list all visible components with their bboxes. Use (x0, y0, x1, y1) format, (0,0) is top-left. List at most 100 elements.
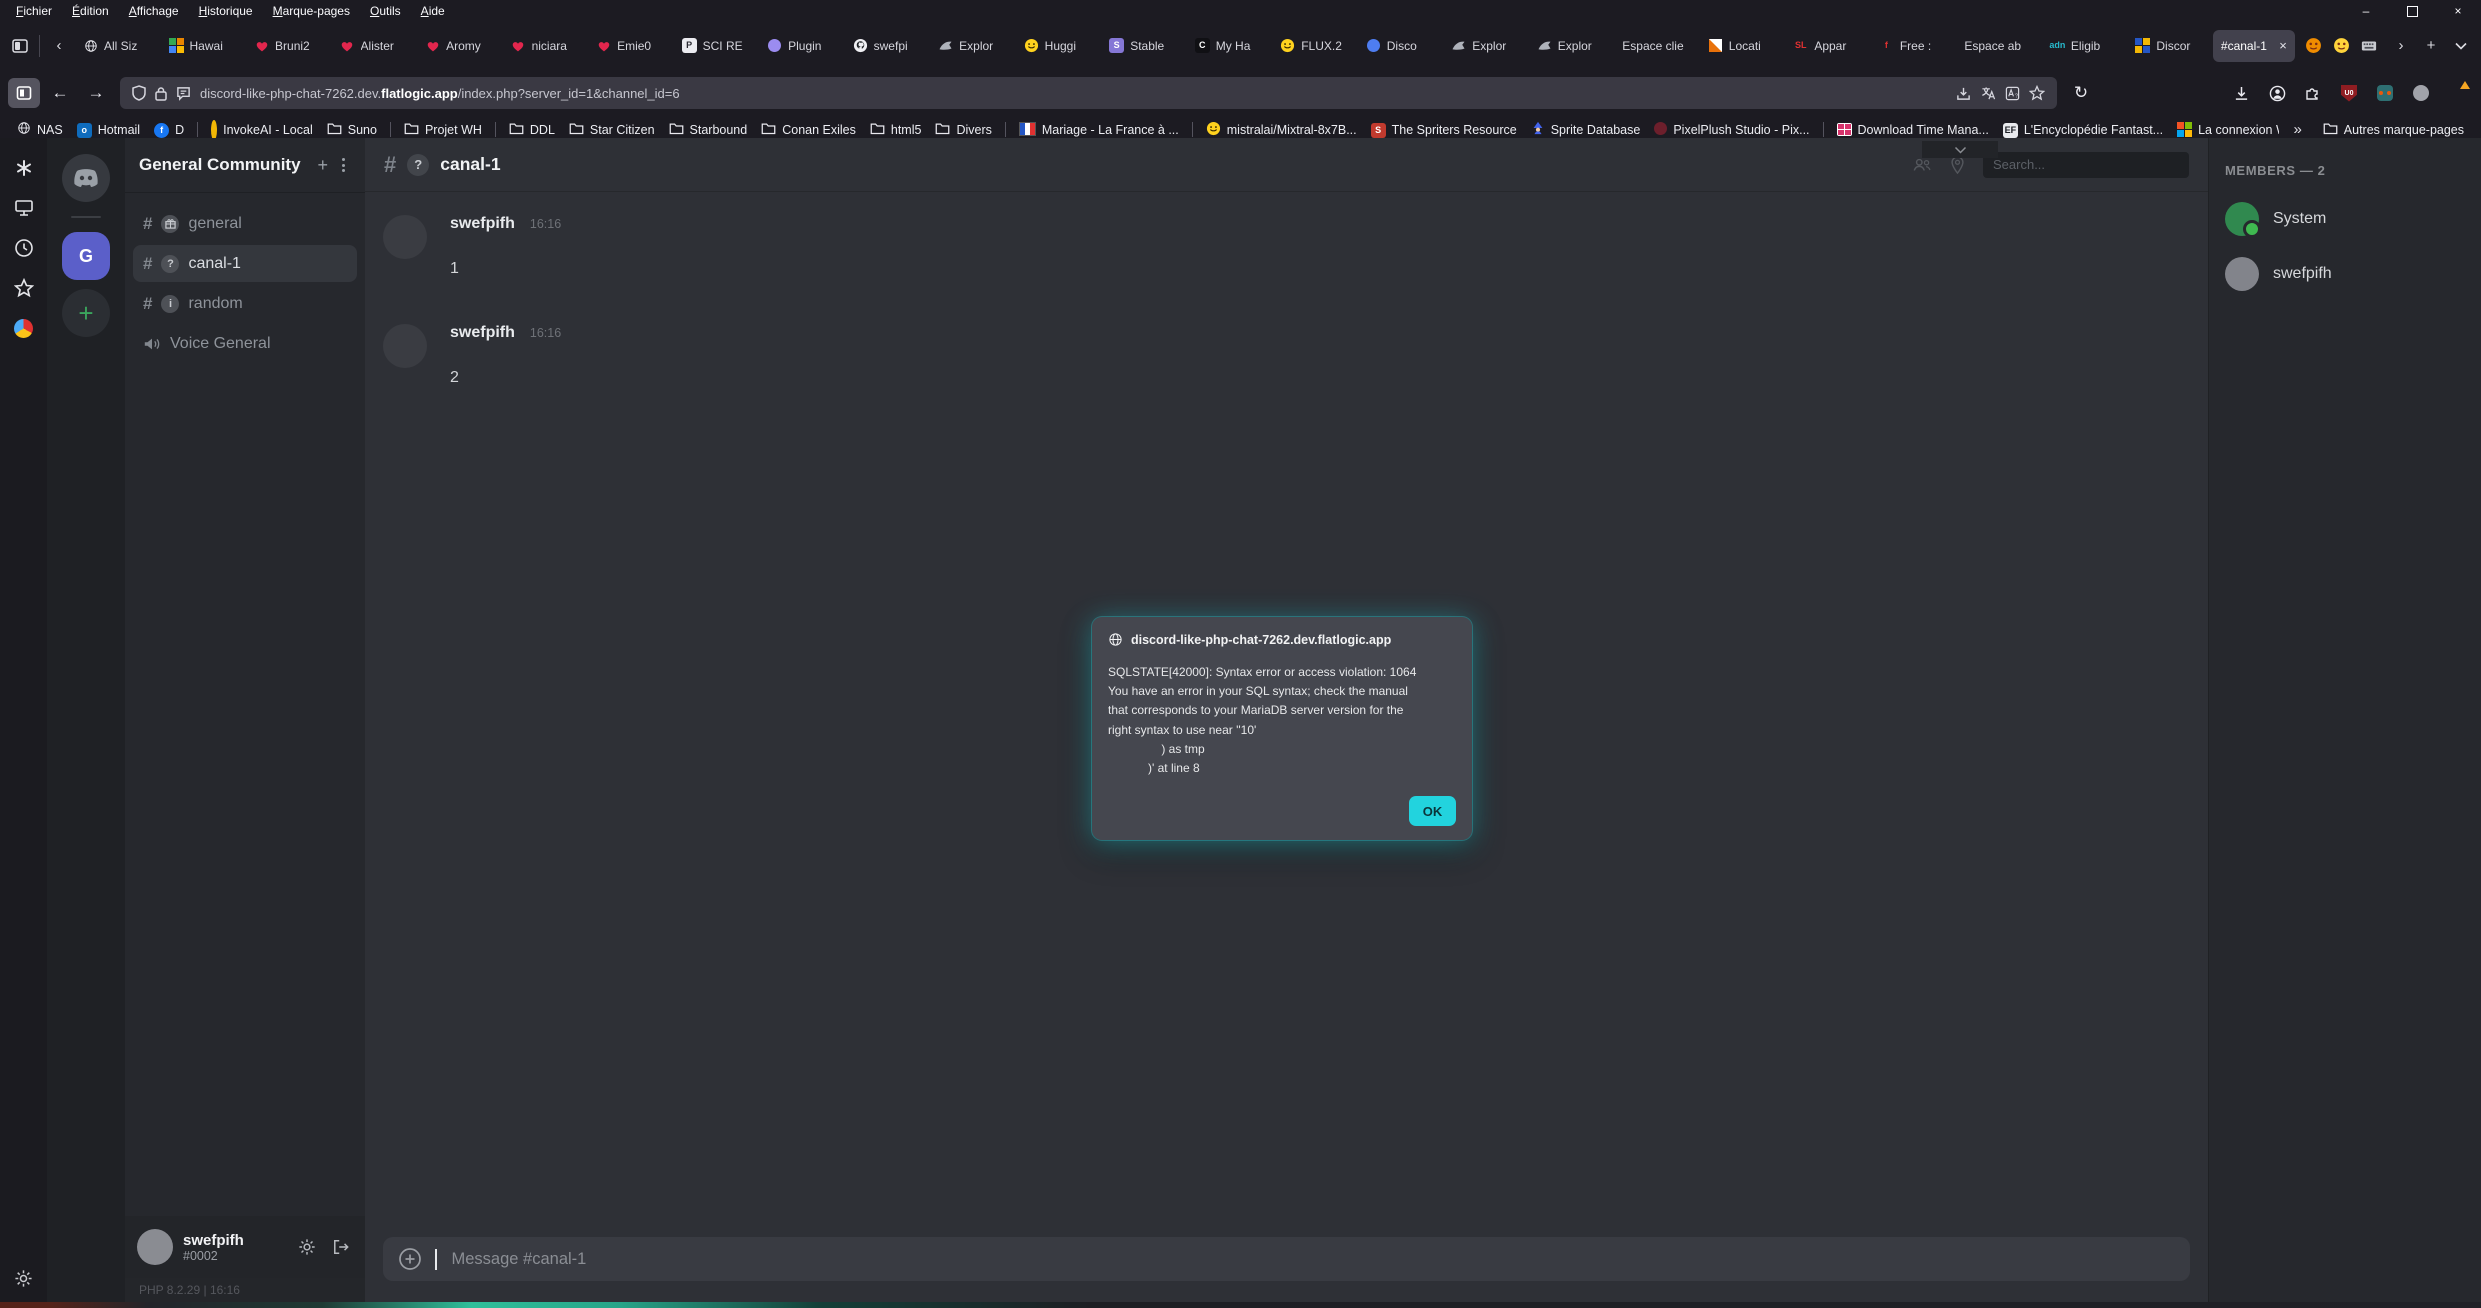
favorites-star-icon[interactable] (12, 276, 36, 300)
translate-icon[interactable] (1980, 86, 1996, 101)
tab-plugin[interactable]: Plugin (759, 30, 844, 62)
pinned-tab-1[interactable] (2301, 32, 2325, 60)
dictionary-icon[interactable]: ? (2005, 86, 2020, 101)
tab-all-siz[interactable]: All Siz (75, 30, 160, 62)
channel-random[interactable]: #irandom (133, 285, 357, 322)
settings-gear-icon[interactable] (12, 1266, 36, 1290)
downloads-button[interactable] (2225, 78, 2257, 108)
menu-dition[interactable]: Édition (62, 1, 119, 21)
tab-explor[interactable]: Explor (1529, 30, 1614, 62)
bookmark-star-icon[interactable] (2029, 85, 2045, 101)
tab-appar[interactable]: SLAppar (1785, 30, 1870, 62)
voice-channel-voice-general[interactable]: Voice General (133, 325, 357, 362)
history-clock-icon[interactable] (12, 236, 36, 260)
lock-icon[interactable] (155, 86, 167, 101)
tab-eligib[interactable]: adnEligib (2042, 30, 2127, 62)
message-input[interactable] (450, 1249, 2176, 1270)
minimize-button[interactable]: – (2343, 0, 2389, 22)
tab-close-icon[interactable]: × (2279, 38, 2287, 53)
tab-hawai[interactable]: Hawai (161, 30, 246, 62)
extensions-button[interactable] (2297, 78, 2329, 108)
tab-free[interactable]: fFree : (1871, 30, 1956, 62)
tab-explor[interactable]: Explor (1443, 30, 1528, 62)
bookmark-download-time-mana[interactable]: Download Time Mana... (1830, 120, 1996, 140)
bookmarks-overflow-button[interactable]: » (2279, 121, 2315, 138)
pin-icon[interactable] (1950, 156, 1965, 174)
server-icon-general-community[interactable]: G (62, 232, 110, 280)
url-bar[interactable]: discord-like-php-chat-7262.dev.flatlogic… (120, 77, 2057, 109)
ublock-extension-button[interactable]: U0 (2333, 78, 2365, 108)
extension-avatar-button[interactable] (2369, 78, 2401, 108)
app-menu-button[interactable] (2441, 78, 2473, 108)
bookmark-label: Sprite Database (1551, 123, 1641, 137)
tab-niciara[interactable]: niciara (503, 30, 588, 62)
member-system[interactable]: System (2225, 202, 2465, 236)
extension-gray-button[interactable] (2405, 78, 2437, 108)
message-author[interactable]: swefpifh (450, 215, 515, 232)
color-sphere-icon[interactable] (12, 316, 36, 340)
tab-emie0[interactable]: Emie0 (588, 30, 673, 62)
permissions-icon[interactable] (176, 86, 191, 101)
ok-button[interactable]: OK (1409, 796, 1456, 826)
bookmark-invokeai-local[interactable]: InvokeAI - Local (204, 120, 320, 140)
tab-canal-1[interactable]: #canal-1× (2213, 30, 2295, 62)
menu-historique[interactable]: Historique (189, 1, 263, 21)
menu-outils[interactable]: Outils (360, 1, 411, 21)
tab-explor[interactable]: Explor (930, 30, 1015, 62)
tab-flux-2[interactable]: FLUX.2 (1272, 30, 1357, 62)
member-swefpifh[interactable]: swefpifh (2225, 257, 2465, 291)
firefox-view-button[interactable] (6, 31, 34, 61)
tab-espace-clie[interactable]: Espace clie (1614, 30, 1699, 62)
server-menu-button[interactable] (336, 154, 351, 176)
reload-button[interactable]: ↻ (2065, 78, 2097, 108)
pinned-tab-3[interactable] (2357, 32, 2381, 60)
attach-plus-icon[interactable] (398, 1247, 422, 1271)
tab-bruni2[interactable]: Bruni2 (246, 30, 331, 62)
tab-my-ha[interactable]: CMy Ha (1187, 30, 1272, 62)
discord-home-button[interactable] (62, 154, 110, 202)
list-tabs-button[interactable] (2447, 31, 2475, 61)
scroll-tabs-left-button[interactable]: ‹ (45, 31, 73, 61)
tab-huggi[interactable]: Huggi (1016, 30, 1101, 62)
close-button[interactable]: × (2435, 0, 2481, 22)
channel-canal-1[interactable]: #?canal-1 (133, 245, 357, 282)
sidebar-toggle-button[interactable] (8, 78, 40, 108)
message-author[interactable]: swefpifh (450, 324, 515, 341)
tab-aromy[interactable]: Aromy (417, 30, 502, 62)
menu-aide[interactable]: Aide (411, 1, 455, 21)
pinned-tab-2[interactable] (2329, 32, 2353, 60)
tab-stable[interactable]: SStable (1101, 30, 1186, 62)
tracking-shield-icon[interactable] (132, 85, 146, 101)
maximize-button[interactable] (2389, 0, 2435, 22)
account-button[interactable] (2261, 78, 2293, 108)
add-server-button[interactable]: + (62, 289, 110, 337)
tab-sci-re[interactable]: PSCI RE (674, 30, 759, 62)
new-tab-button[interactable]: + (2417, 31, 2445, 61)
bookmark-la-connexion-wifi-et-e[interactable]: La connexion Wifi et E... (2170, 119, 2279, 140)
menu-marque-pages[interactable]: Marque-pages (263, 1, 360, 21)
tab-disco[interactable]: Disco (1358, 30, 1443, 62)
collapse-chevron-icon[interactable] (1922, 141, 1998, 158)
tab-label: Hawai (190, 39, 238, 53)
chatgpt-icon[interactable] (12, 156, 36, 180)
search-input[interactable] (1983, 152, 2189, 178)
tab-swefpi[interactable]: swefpi (845, 30, 930, 62)
tab-discor[interactable]: Discor (2127, 30, 2212, 62)
user-settings-gear-icon[interactable] (295, 1235, 319, 1259)
scroll-tabs-right-button[interactable]: › (2387, 31, 2415, 61)
tab-espace-ab[interactable]: Espace ab (1956, 30, 2041, 62)
channel-general[interactable]: #general (133, 205, 357, 242)
message-input-box[interactable] (383, 1237, 2190, 1281)
logout-icon[interactable] (329, 1236, 353, 1258)
tab-alister[interactable]: Alister (332, 30, 417, 62)
menu-affichage[interactable]: Affichage (119, 1, 189, 21)
forward-button[interactable]: → (80, 78, 112, 108)
server-header[interactable]: General Community + (125, 138, 365, 193)
menu-fichier[interactable]: Fichier (6, 1, 62, 21)
save-page-icon[interactable] (1956, 86, 1971, 101)
back-button[interactable]: ← (44, 78, 76, 108)
screen-share-icon[interactable] (12, 196, 36, 220)
tab-locati[interactable]: Locati (1700, 30, 1785, 62)
members-toggle-icon[interactable] (1912, 157, 1932, 173)
add-channel-button[interactable]: + (309, 155, 336, 176)
